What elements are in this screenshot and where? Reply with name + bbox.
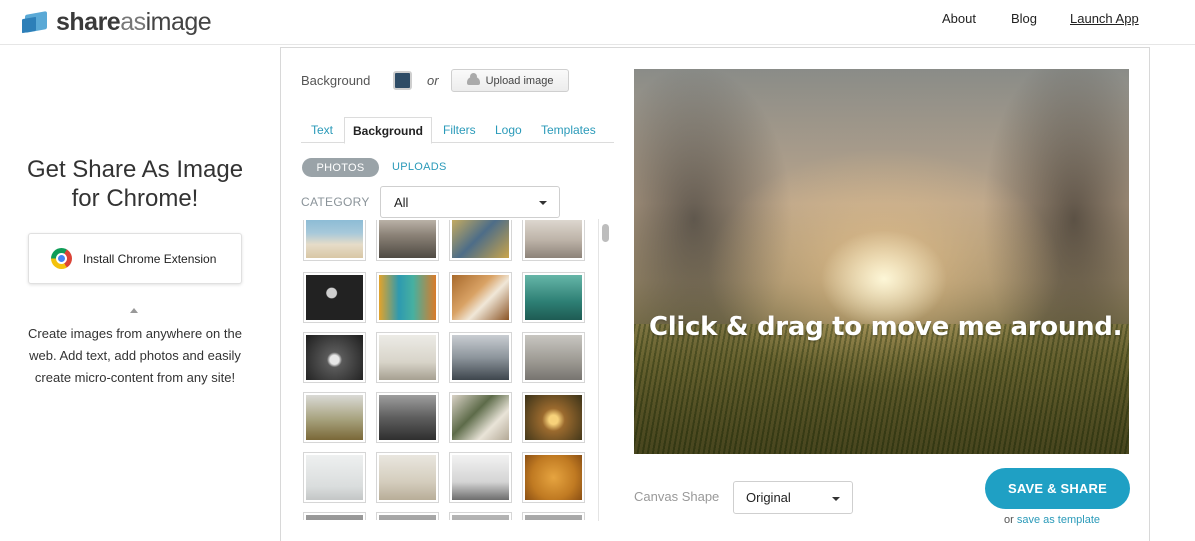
partial-photo-4-thumbnail[interactable]	[522, 512, 585, 520]
top-header: shareasimage About Blog Launch App	[0, 0, 1195, 45]
tab-templates[interactable]: Templates	[541, 123, 596, 137]
photo-thumbnail-grid	[301, 220, 599, 520]
partial-photo-1	[306, 515, 363, 520]
promo-description: Create images from anywhere on the web. …	[28, 326, 242, 385]
traveler-photo-thumbnail[interactable]	[376, 452, 439, 503]
canal-photo-thumbnail[interactable]	[376, 272, 439, 323]
shelf-photo	[379, 335, 436, 380]
bicycle-photo-thumbnail[interactable]	[522, 220, 585, 261]
traveler-photo	[379, 455, 436, 500]
desk-photo	[452, 275, 509, 320]
shoes-photo	[452, 220, 509, 258]
editor-panel: Background or Upload image Text Backgrou…	[280, 47, 1150, 541]
sunset-trees-photo	[525, 395, 582, 440]
cloud-peak-photo-thumbnail[interactable]	[449, 452, 512, 503]
hills-photo-thumbnail[interactable]	[303, 392, 366, 443]
image-canvas[interactable]: Click & drag to move me around.	[634, 69, 1129, 454]
sunset-trees-photo-thumbnail[interactable]	[522, 392, 585, 443]
partial-photo-2-thumbnail[interactable]	[376, 512, 439, 520]
photos-source-tab[interactable]: PHOTOS	[302, 158, 379, 177]
canvas-shape-select[interactable]: Original	[733, 481, 853, 514]
surfer-photo-thumbnail[interactable]	[522, 332, 585, 383]
pier-photo	[379, 220, 436, 258]
partial-photo-3-thumbnail[interactable]	[449, 512, 512, 520]
lights-photo	[306, 335, 363, 380]
upload-button-label: Upload image	[485, 74, 554, 87]
canvas-shape-value: Original	[746, 490, 791, 505]
category-select[interactable]: All	[380, 186, 560, 218]
lights-photo-thumbnail[interactable]	[303, 332, 366, 383]
chrome-icon	[51, 248, 72, 269]
canvas-text-layer[interactable]: Click & drag to move me around.	[649, 312, 1122, 342]
beach-photo-thumbnail[interactable]	[303, 220, 366, 261]
teal-wall-photo	[525, 275, 582, 320]
logo-icon	[22, 10, 50, 34]
cloud-upload-icon	[466, 72, 480, 85]
fog-photo	[306, 455, 363, 500]
tab-filters[interactable]: Filters	[443, 123, 476, 137]
shelf-photo-thumbnail[interactable]	[376, 332, 439, 383]
canal-photo	[379, 275, 436, 320]
fog-photo-thumbnail[interactable]	[303, 452, 366, 503]
partial-photo-3	[452, 515, 509, 520]
uploads-source-tab[interactable]: UPLOADS	[392, 161, 447, 173]
install-chrome-extension-button[interactable]: Install Chrome Extension	[28, 233, 242, 284]
save-and-share-button[interactable]: SAVE & SHARE	[985, 468, 1130, 509]
mountain-photo	[452, 335, 509, 380]
partial-photo-2	[379, 515, 436, 520]
editor-tabs: Text Background Filters Logo Templates	[301, 117, 614, 144]
teal-wall-photo-thumbnail[interactable]	[522, 272, 585, 323]
promo-title: Get Share As Image for Chrome!	[26, 156, 244, 212]
nav-about-link[interactable]: About	[942, 11, 976, 26]
hills-photo	[306, 395, 363, 440]
cloud-peak-photo	[452, 455, 509, 500]
sign-photo-thumbnail[interactable]	[303, 272, 366, 323]
canvas-background-image	[634, 324, 1129, 454]
road-photo	[379, 395, 436, 440]
background-color-swatch[interactable]	[393, 71, 412, 90]
chevron-down-icon	[539, 201, 547, 205]
category-label: CATEGORY	[301, 195, 370, 209]
upload-image-button[interactable]: Upload image	[451, 69, 569, 92]
sign-photo	[306, 275, 363, 320]
plant-photo-thumbnail[interactable]	[449, 392, 512, 443]
scrollbar-thumb[interactable]	[602, 224, 609, 242]
save-as-template-link[interactable]: save as template	[1017, 514, 1100, 526]
beach-photo	[306, 220, 363, 258]
partial-photo-4	[525, 515, 582, 520]
nav-blog-link[interactable]: Blog	[1011, 11, 1037, 26]
plant-photo	[452, 395, 509, 440]
logo-text: shareasimage	[56, 7, 212, 36]
save-as-template-row: or save as template	[1004, 514, 1100, 526]
thumbnail-scrollbar[interactable]	[598, 219, 611, 521]
background-label: Background	[301, 73, 371, 88]
road-photo-thumbnail[interactable]	[376, 392, 439, 443]
or-label: or	[427, 73, 439, 88]
shoes-photo-thumbnail[interactable]	[449, 220, 512, 261]
chevron-down-icon	[832, 497, 840, 501]
chrome-button-label: Install Chrome Extension	[83, 251, 217, 266]
tab-text[interactable]: Text	[311, 123, 333, 137]
bicycle-photo	[525, 220, 582, 258]
partial-photo-1-thumbnail[interactable]	[303, 512, 366, 520]
mountain-photo-thumbnail[interactable]	[449, 332, 512, 383]
tab-background[interactable]: Background	[344, 117, 433, 144]
caret-up-icon	[130, 308, 138, 313]
shareasimage-logo[interactable]: shareasimage	[22, 7, 212, 37]
desk-photo-thumbnail[interactable]	[449, 272, 512, 323]
nav-launch-app-link[interactable]: Launch App	[1070, 11, 1139, 26]
orange-texture-photo	[525, 455, 582, 500]
surfer-photo	[525, 335, 582, 380]
canvas-shape-label: Canvas Shape	[634, 489, 720, 504]
tab-logo[interactable]: Logo	[495, 123, 522, 137]
pier-photo-thumbnail[interactable]	[376, 220, 439, 261]
category-value: All	[394, 195, 409, 210]
orange-texture-photo-thumbnail[interactable]	[522, 452, 585, 503]
